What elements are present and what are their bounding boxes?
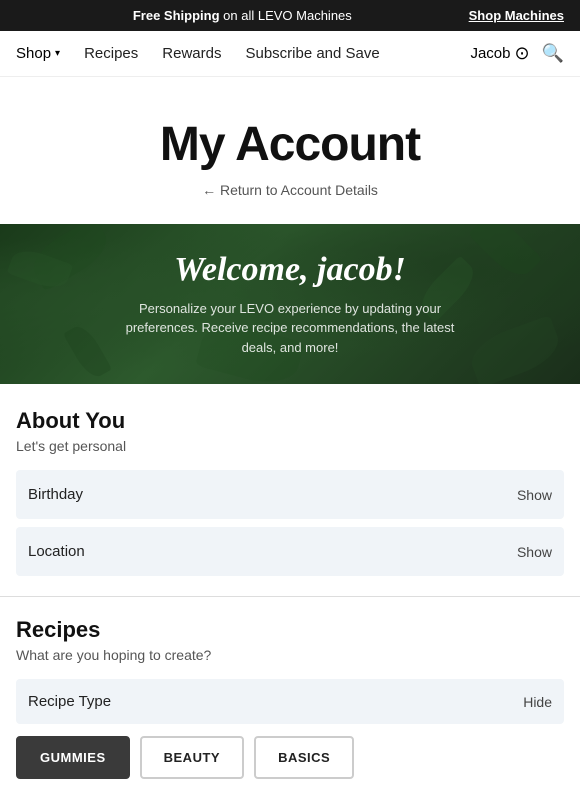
recipes-section: Recipes What are you hoping to create? R… [0,597,580,799]
nav-shop-dropdown[interactable]: Shop ▾ [16,45,60,62]
about-you-subtitle: Let's get personal [16,438,564,454]
nav-subscribe-link[interactable]: Subscribe and Save [245,45,379,62]
about-you-section: About You Let's get personal Birthday Sh… [0,384,580,576]
nav-user-menu[interactable]: Jacob ⊙ [470,43,529,64]
page-title: My Account [20,117,560,172]
location-row: Location Show [16,527,564,576]
welcome-banner-content: Welcome, jacob! Personalize your LEVO ex… [100,251,480,358]
birthday-show-button[interactable]: Show [517,487,552,503]
shop-machines-link[interactable]: Shop Machines [469,8,564,23]
recipe-type-label: Recipe Type [28,693,111,710]
welcome-title: Welcome, jacob! [120,251,460,289]
chevron-down-icon: ▾ [55,48,60,59]
recipe-type-hide-button[interactable]: Hide [523,694,552,710]
birthday-label: Birthday [28,486,83,503]
recipes-title: Recipes [16,617,564,643]
nav-user-name: Jacob [470,45,510,62]
nav-right: Jacob ⊙ 🔍 [470,43,564,64]
return-to-account-link[interactable]: ← Return to Account Details [202,182,378,198]
search-icon[interactable]: 🔍 [542,43,564,64]
free-shipping-suffix: on all LEVO Machines [223,8,352,23]
nav-left: Shop ▾ Recipes Rewards Subscribe and Sav… [16,45,380,62]
nav-rewards-link[interactable]: Rewards [162,45,221,62]
user-icon: ⊙ [514,43,529,64]
nav-shop-label: Shop [16,45,51,62]
welcome-banner: Welcome, jacob! Personalize your LEVO ex… [0,224,580,384]
location-show-button[interactable]: Show [517,544,552,560]
nav-bar: Shop ▾ Recipes Rewards Subscribe and Sav… [0,31,580,77]
nav-recipes-link[interactable]: Recipes [84,45,138,62]
page-title-section: My Account ← Return to Account Details [0,77,580,224]
location-label: Location [28,543,85,560]
about-you-title: About You [16,408,564,434]
announcement-bar: Free Shipping on all LEVO Machines Shop … [0,0,580,31]
announcement-text: Free Shipping on all LEVO Machines [16,8,469,23]
free-shipping-bold: Free Shipping [133,8,220,23]
recipes-subtitle: What are you hoping to create? [16,647,564,663]
recipe-type-buttons: GUMMIES BEAUTY BASICS [16,736,564,799]
recipe-type-row: Recipe Type Hide [16,679,564,724]
welcome-subtitle: Personalize your LEVO experience by upda… [120,299,460,358]
birthday-row: Birthday Show [16,470,564,519]
